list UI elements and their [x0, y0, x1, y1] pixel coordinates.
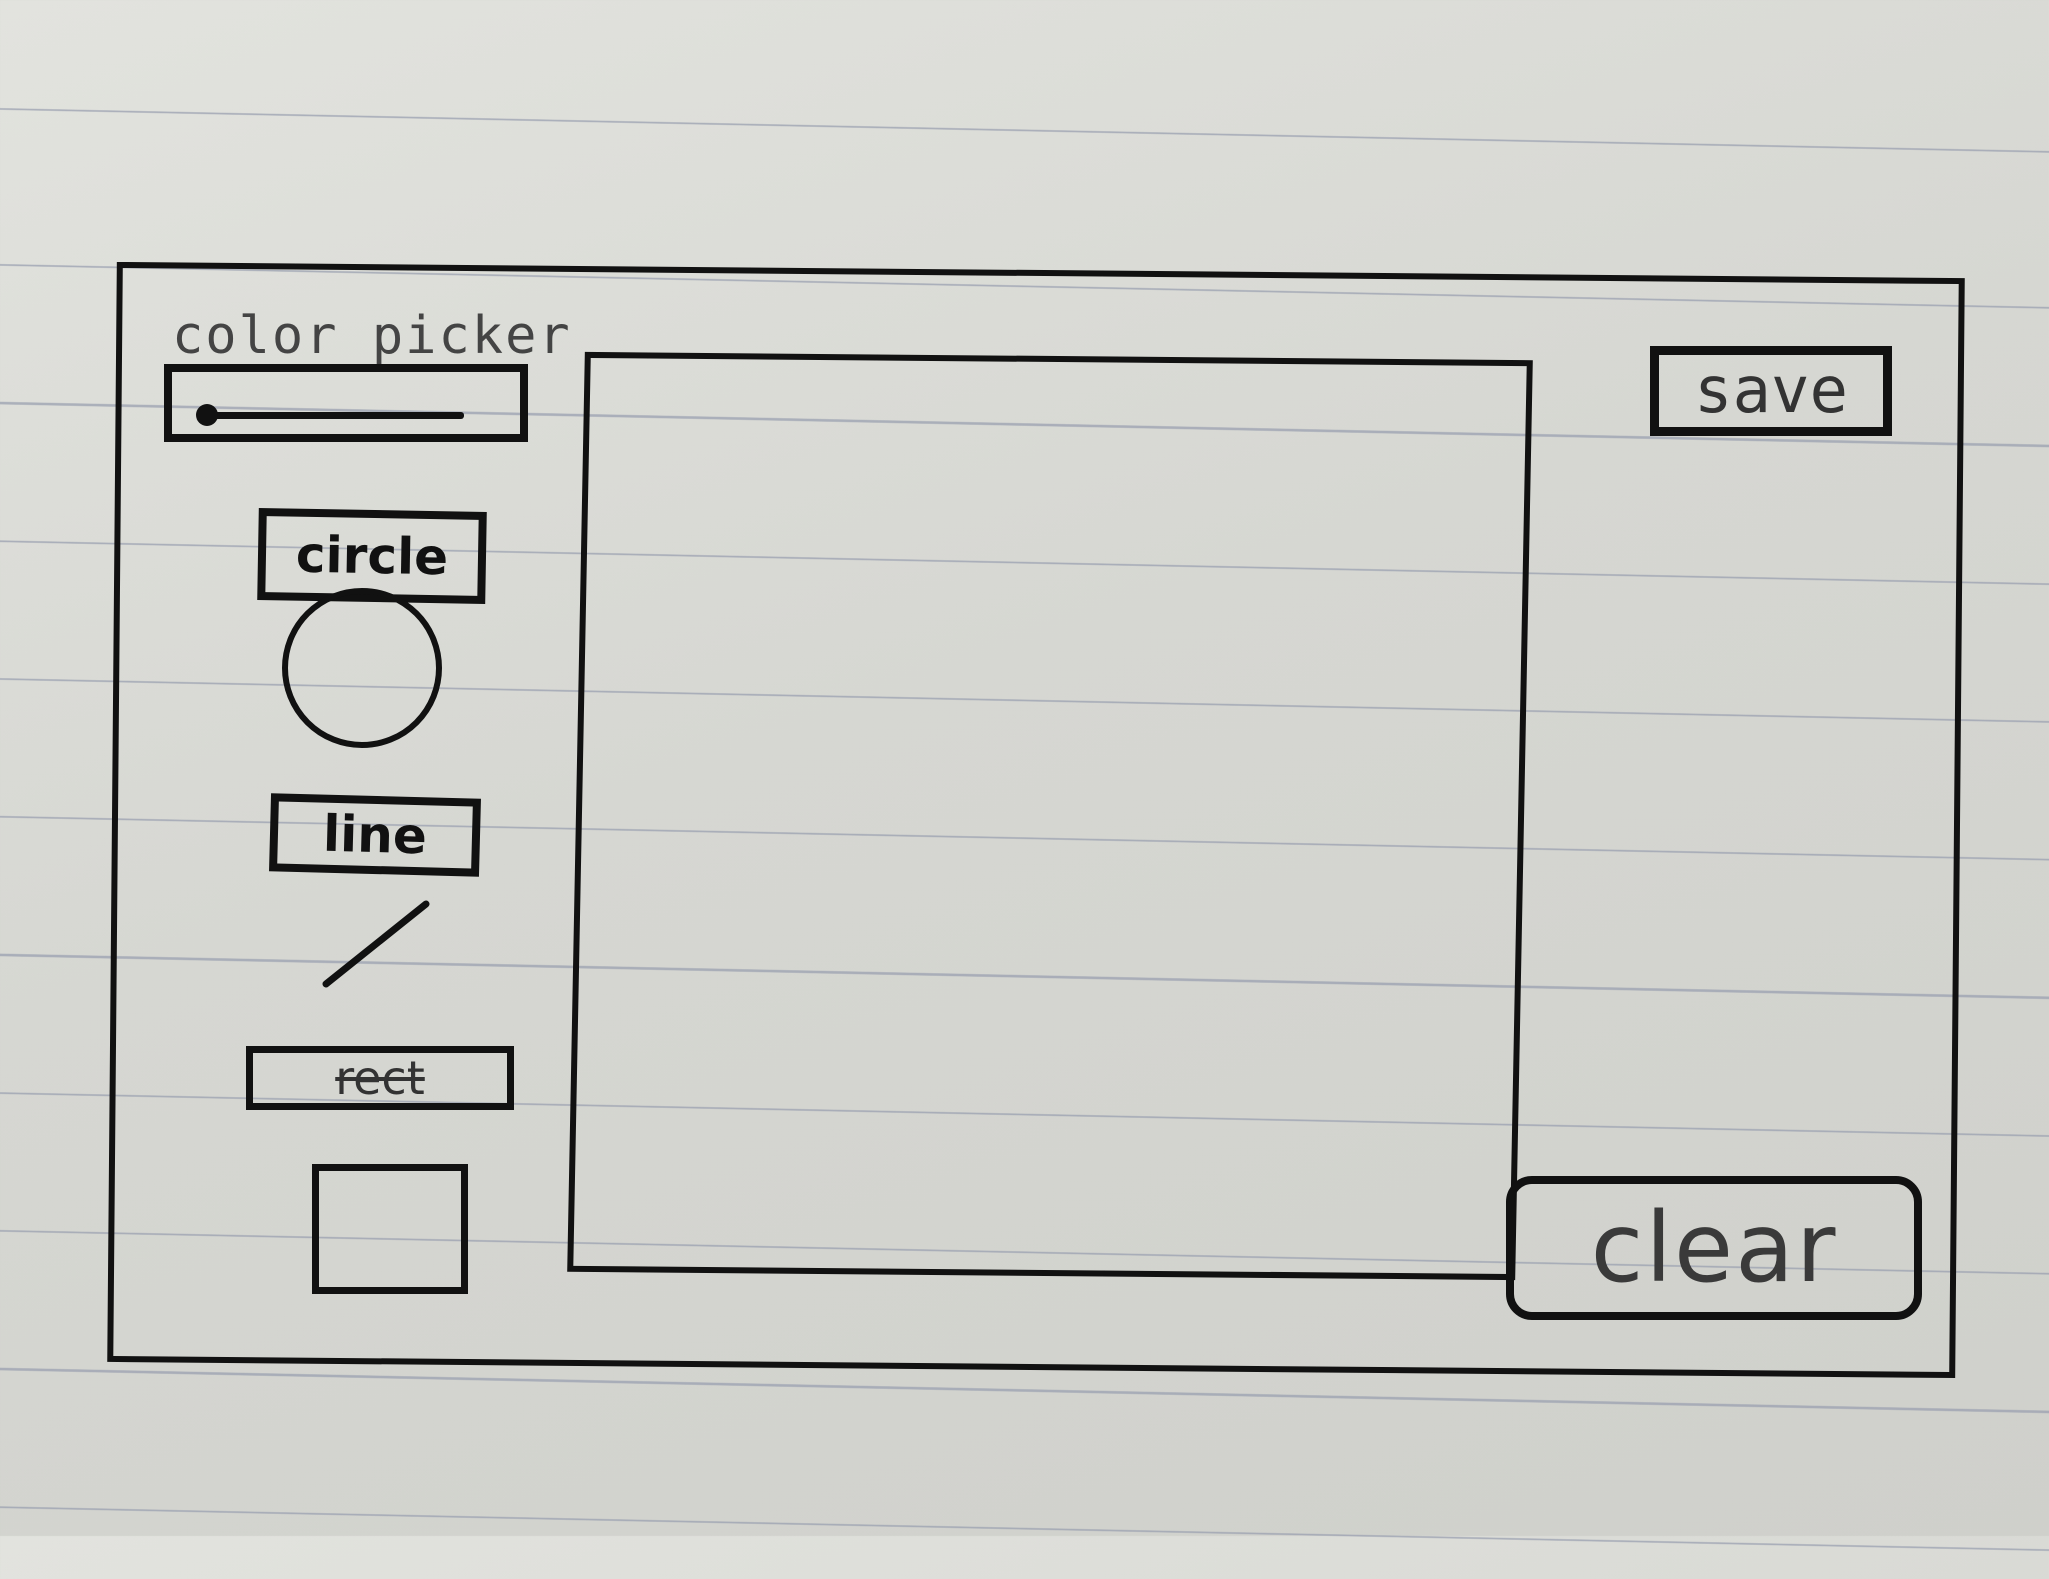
save-button[interactable]: save [1650, 346, 1892, 436]
slider-handle[interactable] [196, 404, 218, 426]
color-picker-label: color picker [172, 306, 572, 366]
drawing-canvas[interactable] [567, 351, 1533, 1281]
circle-button-label: circle [295, 525, 449, 587]
save-button-label: save [1693, 354, 1849, 428]
rect-icon [312, 1164, 468, 1294]
clear-button-label: clear [1590, 1192, 1838, 1304]
line-tool-button[interactable]: line [269, 793, 481, 877]
color-picker-slider[interactable] [164, 364, 528, 442]
clear-button[interactable]: clear [1506, 1176, 1922, 1320]
rect-tool-button[interactable]: rect [246, 1046, 514, 1110]
rect-button-label: rect [335, 1051, 425, 1105]
line-icon [322, 900, 430, 988]
slider-track [208, 412, 464, 419]
circle-icon [282, 588, 442, 748]
line-button-label: line [322, 804, 428, 866]
